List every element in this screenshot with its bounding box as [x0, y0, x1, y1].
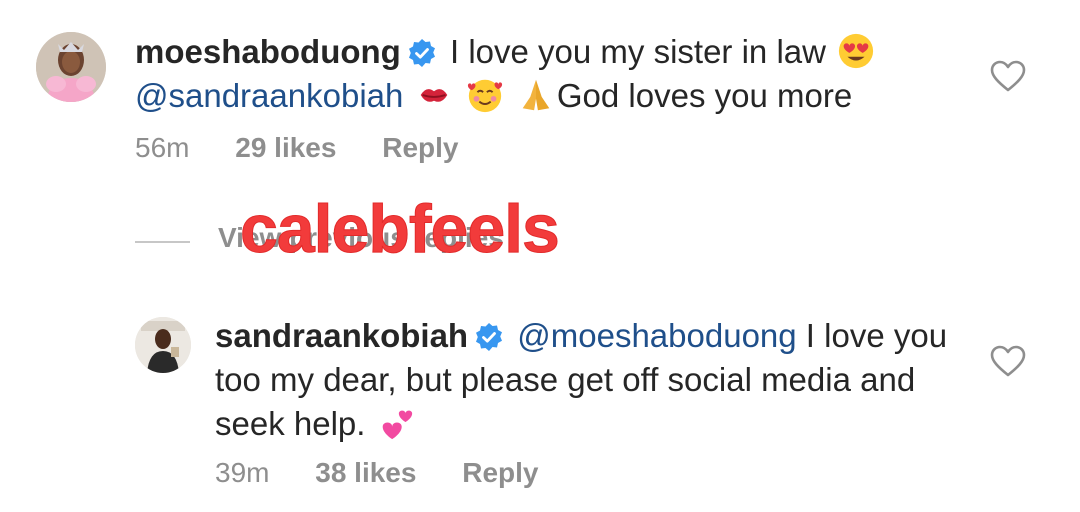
- two-hearts-icon: [382, 410, 412, 440]
- comment-1-text: moeshaboduong I love you my sister in la…: [135, 30, 955, 118]
- comment-time: 39m: [215, 457, 270, 488]
- mention-link[interactable]: @moeshaboduong: [517, 317, 796, 354]
- like-heart-icon[interactable]: [990, 60, 1026, 92]
- kiss-mark-icon: [420, 89, 447, 102]
- replies-divider: [135, 241, 190, 243]
- likes-count-button[interactable]: 29 likes: [235, 132, 336, 163]
- likes-count-button[interactable]: 38 likes: [315, 457, 416, 488]
- smiling-face-with-hearts-icon: [467, 79, 502, 113]
- verified-badge-icon: [408, 39, 435, 67]
- comment-text-part: I love you my sister in law: [450, 33, 826, 70]
- avatar-image: [135, 317, 191, 373]
- avatar-image: [36, 32, 106, 102]
- watermark-text: calebfeels: [240, 191, 561, 268]
- heart-eyes-emoji-icon: [839, 33, 874, 69]
- avatar-sandraankobiah[interactable]: [135, 317, 191, 373]
- comment-2-text: sandraankobiah @moeshaboduong I love you…: [215, 314, 975, 446]
- comment-text-part: God loves you more: [556, 77, 853, 114]
- comment-2-meta: 39m 38 likes Reply: [215, 457, 576, 489]
- comment-time: 56m: [135, 132, 190, 163]
- reply-button[interactable]: Reply: [462, 457, 538, 488]
- folded-hands-icon: [522, 79, 550, 111]
- comment-1-meta: 56m 29 likes Reply: [135, 132, 496, 164]
- like-heart-icon[interactable]: [990, 345, 1026, 377]
- verified-badge-icon: [476, 323, 503, 351]
- comment-username[interactable]: moeshaboduong: [135, 33, 401, 70]
- comment-username[interactable]: sandraankobiah: [215, 317, 468, 354]
- mention-link[interactable]: @sandraankobiah: [135, 77, 403, 114]
- avatar-moeshaboduong[interactable]: [36, 32, 106, 102]
- reply-button[interactable]: Reply: [382, 132, 458, 163]
